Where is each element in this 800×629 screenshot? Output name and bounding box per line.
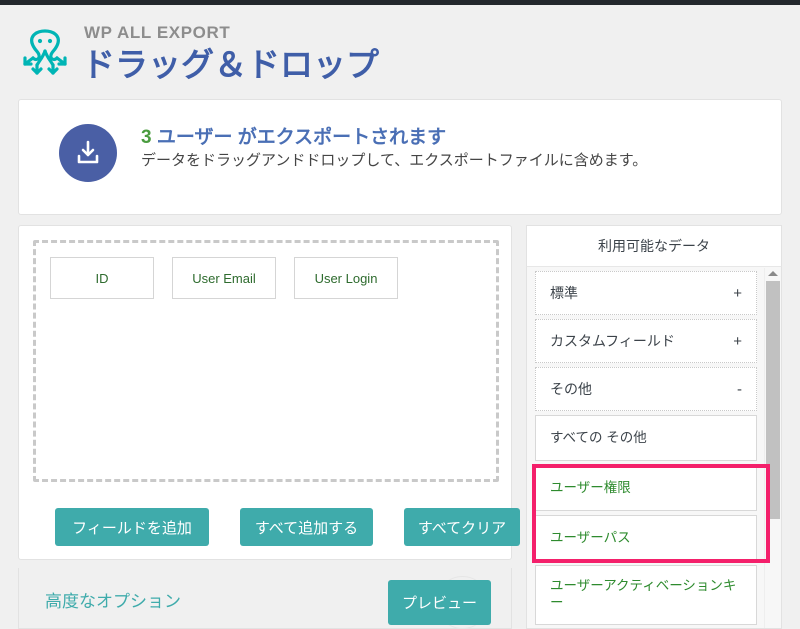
selected-fields-list: ID User Email User Login [50,257,398,299]
field-chip-user-login[interactable]: User Login [294,257,398,299]
field-chip-id[interactable]: ID [50,257,154,299]
octopus-icon [12,13,78,79]
field-chip-user-email[interactable]: User Email [172,257,276,299]
add-field-button[interactable]: フィールドを追加 [55,508,209,546]
page-title: ドラッグ＆ドロップ [82,38,379,86]
clear-all-button[interactable]: すべてクリア [404,508,520,546]
export-count: 3 [141,127,152,148]
plus-icon: + [733,333,742,350]
drop-zone[interactable]: ID User Email User Login [33,240,499,482]
page-header: WP ALL EXPORT ドラッグ＆ドロップ [0,5,800,93]
list-item-user-pass[interactable]: ユーザーパス [535,515,757,561]
plus-icon: + [733,285,742,302]
accordion-other-label: その他 [550,379,592,399]
sidebar-scrollbar[interactable] [764,268,780,629]
preview-button[interactable]: プレビュー [388,580,491,625]
drag-drop-panel: ID User Email User Login フィールドを追加 すべて追加す… [18,225,512,560]
available-data-scroll-content: 標準 + カスタムフィールド + その他 - すべての その他 ユーザー権限 ユ… [527,267,765,629]
add-all-button[interactable]: すべて追加する [240,508,373,546]
accordion-other[interactable]: その他 - [535,367,757,411]
export-summary-subtitle: データをドラッグアンドドロップして、エクスポートファイルに含めます。 [141,150,773,172]
list-item-all-other[interactable]: すべての その他 [535,415,757,461]
dnd-action-buttons: フィールドを追加 すべて追加する すべてクリア [55,508,520,546]
scrollbar-thumb[interactable] [766,281,780,519]
accordion-standard[interactable]: 標準 + [535,271,757,315]
accordion-custom-fields-label: カスタムフィールド [550,331,675,351]
available-data-panel: 標準 + カスタムフィールド + その他 - すべての その他 ユーザー権限 ユ… [526,266,782,629]
advanced-options-link[interactable]: 高度なオプション [45,587,181,612]
export-info-panel: 3 ユーザー がエクスポートされます データをドラッグアンドドロップして、エクス… [18,99,782,215]
accordion-custom-fields[interactable]: カスタムフィールド + [535,319,757,363]
accordion-standard-label: 標準 [550,283,578,303]
download-icon [59,124,117,182]
export-summary-text: ユーザー がエクスポートされます [152,127,447,148]
minus-icon: - [737,381,742,398]
app-root: WP ALL EXPORT ドラッグ＆ドロップ 3 ユーザー がエクスポートされ… [0,0,800,629]
available-data-header: 利用可能なデータ [526,225,782,266]
list-item-user-role[interactable]: ユーザー権限 [535,465,757,511]
list-item-user-activation-key[interactable]: ユーザーアクティベーションキー [535,565,757,625]
scroll-up-arrow-icon[interactable] [768,271,778,276]
export-summary-title: 3 ユーザー がエクスポートされます [141,122,446,149]
